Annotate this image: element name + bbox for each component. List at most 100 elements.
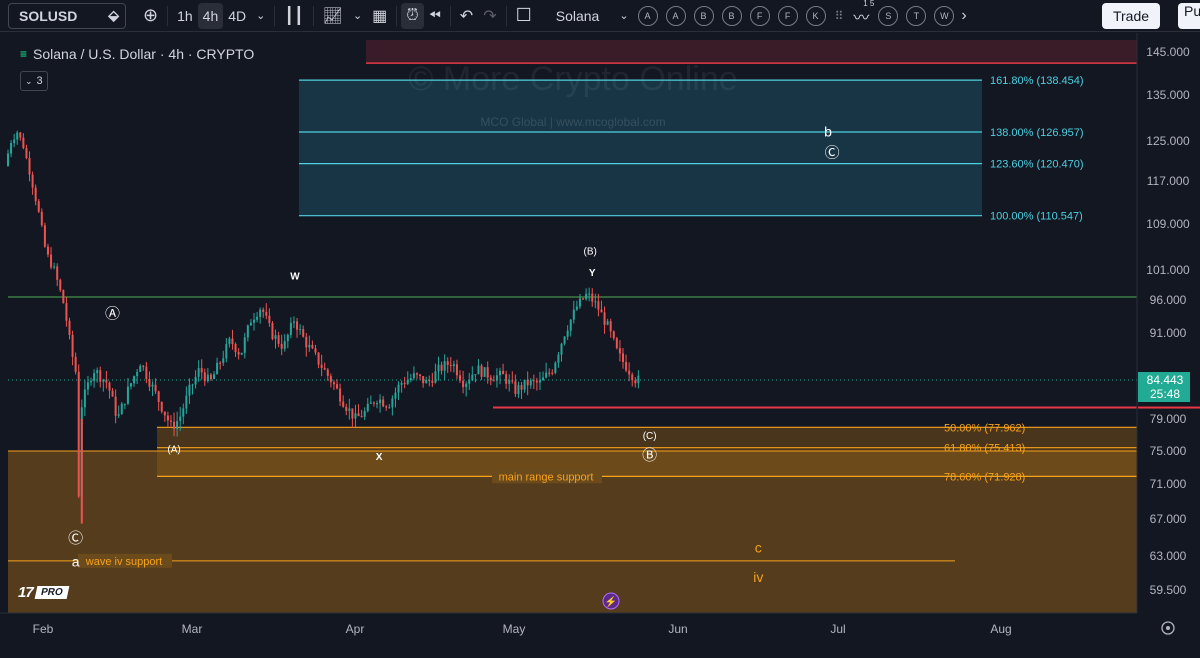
candle-body [249,322,252,326]
candles-icon[interactable]: ┃┃ [279,3,308,29]
candle-body [43,225,46,247]
candle-body [406,380,409,384]
watermark-subtext: MCO Global | www.mcoglobal.com [480,115,665,129]
candle-body [102,379,105,382]
chevron-down-icon[interactable]: ⌄ [348,3,367,29]
candle-body [563,336,566,344]
price-chart[interactable]: © More Crypto Online MCO Global | www.mco… [0,33,1200,653]
wave-label: Y [589,268,596,279]
x-tick-label: Feb [33,622,54,636]
fib-label: 50.00% (77.962) [944,422,1025,434]
symbol-search-button[interactable]: SOLUSD ⬙ [8,2,126,29]
candle-body [225,344,228,359]
watchlist-button-a2[interactable]: A [665,5,686,26]
candle-body [440,364,443,371]
timeframe-4h[interactable]: 4h [197,2,224,29]
indicator-badge: 1 5 [863,0,875,8]
diamond-icon[interactable]: ⬙ [108,7,119,24]
compare-label[interactable]: Solana [551,3,605,29]
layout-square-icon[interactable]: ☐ [511,3,537,29]
candle-body [200,368,203,373]
candle-body [53,266,56,268]
candle-body [203,372,206,382]
candle-body [90,380,93,383]
wave-label: c [755,539,762,555]
chevron-down-icon[interactable]: ⌄ [251,3,270,29]
chevron-down-icon[interactable]: ⌄ [614,3,633,29]
candle-body [468,380,471,384]
indicators-icon[interactable]: 📈︎ [318,3,348,29]
candle-body [332,382,335,385]
candle-body [514,381,517,395]
candle-body [256,316,259,320]
drag-handle-icon[interactable]: ⠿ [830,3,849,29]
candle-body [31,174,34,188]
timeframe-4D[interactable]: 4D [223,3,251,29]
candle-body [56,266,59,280]
candle-body [480,365,483,377]
candle-body [320,364,323,369]
candle-body [105,379,108,383]
publish-button[interactable]: Pu [1178,3,1200,29]
undo-icon[interactable]: ↶ [455,3,478,29]
chevron-right-icon[interactable]: › [956,3,971,29]
y-tick-label: 96.000 [1150,293,1187,307]
candle-body [34,187,37,202]
candle-body [360,416,363,418]
candle-body [37,201,40,212]
candle-body [437,364,440,372]
chart-legend[interactable]: ≡ Solana / U.S. Dollar · 4h · CRYPTO [20,46,254,62]
main-support-label: main range support [499,471,594,483]
chevron-down-icon: ⌄ [25,75,33,86]
candle-body [628,370,631,375]
candle-body [348,408,351,411]
candle-body [471,374,474,381]
candle-body [585,293,588,299]
toolbar-divider [396,5,398,26]
candle-body [243,337,246,353]
watchlist-button-a1[interactable]: A [637,5,658,26]
redo-icon[interactable]: ↷ [478,3,501,29]
candle-body [286,334,289,342]
candle-body [342,401,345,407]
candle-body [357,413,360,417]
indicator-toggle[interactable]: ⌄ 3 [20,71,48,91]
candle-body [216,362,219,375]
chart-container[interactable]: © More Crypto Online MCO Global | www.mco… [0,33,1200,658]
candle-body [403,383,406,385]
legend-title: Solana / U.S. Dollar · 4h · CRYPTO [33,46,255,62]
candle-body [108,382,111,391]
watchlist-button-s[interactable]: S [878,5,899,26]
watchlist-button-t[interactable]: T [906,5,927,26]
candle-body [163,411,166,416]
trade-button[interactable]: Trade [1102,3,1160,29]
candle-body [554,362,557,373]
candle-body [425,379,428,384]
candle-body [594,301,597,303]
candle-body [323,368,326,370]
candle-body [231,338,234,344]
watchlist-button-b2[interactable]: B [721,5,742,26]
x-tick-label: Mar [182,622,203,636]
replay-icon[interactable]: ⏪︎ [424,3,446,29]
fib-label: 123.60% (120.470) [990,159,1084,171]
candle-body [446,361,449,366]
toolbar-divider [274,5,276,26]
candle-body [176,421,179,429]
candle-body [397,384,400,393]
watchlist-button-b1[interactable]: B [693,5,714,26]
candle-body [283,341,286,349]
add-symbol-icon[interactable]: ⊕ [138,3,163,29]
timeframe-1h[interactable]: 1h [172,3,198,29]
watchlist-button-k[interactable]: K [805,5,826,26]
alert-icon[interactable]: ⏰︎ [401,2,424,29]
indicator-template-icon[interactable]: 〰 1 5 [848,0,875,29]
watchlist-button-w[interactable]: W [934,5,955,26]
watchlist-button-f1[interactable]: F [749,5,770,26]
candle-body [314,348,317,353]
watchlist-button-f2[interactable]: F [777,5,798,26]
candle-body [96,370,99,374]
candle-body [289,322,292,335]
layout-grid-icon[interactable]: ▦ [367,3,392,29]
y-tick-label: 135.000 [1146,88,1190,102]
